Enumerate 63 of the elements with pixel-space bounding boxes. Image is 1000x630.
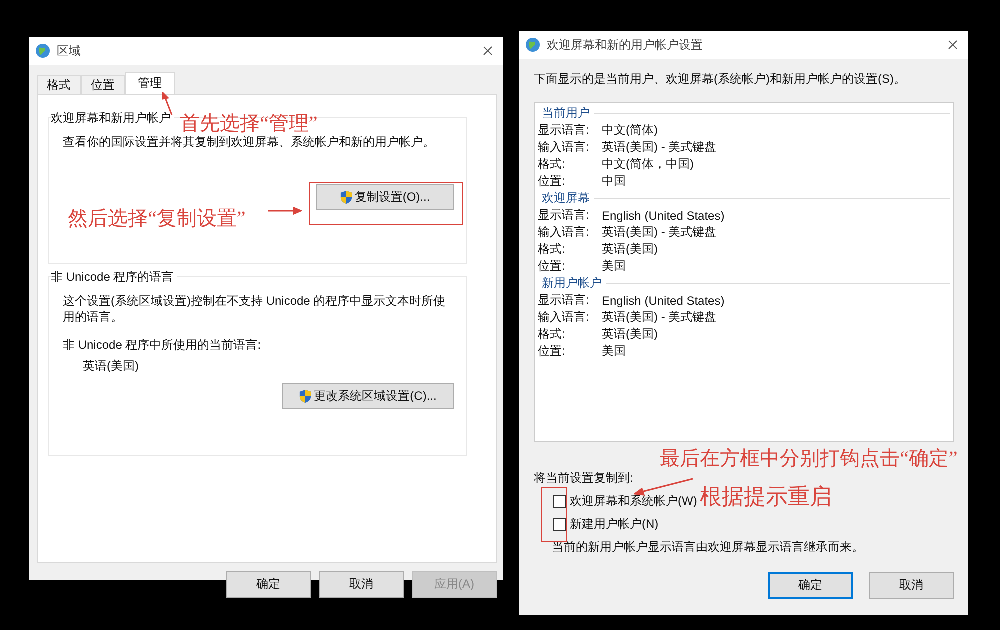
change-locale-button[interactable]: 更改系统区域设置(C)...	[282, 383, 454, 409]
annotation-text: 最后在方框中分别打钩点击“确定”	[660, 447, 958, 472]
setting-label: 格式:	[538, 326, 566, 343]
window-title: 区域	[57, 42, 82, 60]
setting-label: 位置:	[538, 173, 566, 190]
description-text: 查看你的国际设置并将其复制到欢迎屏幕、系统帐户和新的用户帐户。	[63, 134, 436, 150]
arrow-icon	[634, 478, 694, 496]
setting-label: 输入语言:	[538, 224, 590, 241]
setting-value: 中文(简体，中国)	[602, 156, 694, 173]
setting-value: English (United States)	[602, 294, 725, 308]
dialog-button[interactable]: 取消	[869, 572, 954, 599]
setting-label: 显示语言:	[538, 207, 590, 224]
setting-value: 美国	[602, 258, 626, 275]
setting-value: English (United States)	[602, 208, 725, 222]
note-text: 当前的新用户帐户显示语言由欢迎屏幕显示语言继承而来。	[552, 539, 865, 556]
setting-label: 格式:	[538, 156, 566, 173]
annotation-text: 首先选择“管理”	[180, 112, 318, 136]
annotation-text: 然后选择“复制设置”	[68, 207, 246, 232]
setting-label: 格式:	[538, 241, 566, 258]
shield-icon	[299, 388, 312, 404]
close-icon[interactable]	[948, 40, 958, 50]
globe-icon	[35, 43, 51, 59]
shield-icon	[340, 190, 353, 204]
globe-icon	[525, 37, 541, 53]
setting-label: 位置:	[538, 343, 566, 360]
setting-label: 输入语言:	[538, 139, 590, 156]
dialog-button[interactable]: 确定	[768, 572, 853, 599]
annotation-text: 根据提示重启	[700, 483, 832, 511]
section-heading: 当前用户	[541, 105, 591, 122]
setting-label: 显示语言:	[538, 292, 590, 309]
setting-value: 中国	[602, 173, 626, 190]
group-legend: 欢迎屏幕和新用户帐户	[51, 110, 174, 127]
tab[interactable]: 位置	[81, 75, 125, 94]
current-language-value: 英语(美国)	[83, 358, 140, 375]
setting-value: 英语(美国) - 美式键盘	[602, 224, 717, 241]
current-language-label: 非 Unicode 程序中所使用的当前语言:	[63, 337, 262, 353]
checkbox-label: 欢迎屏幕和系统帐户(W)	[570, 493, 698, 510]
intro-text: 下面显示的是当前用户、欢迎屏幕(系统帐户)和新用户帐户的设置(S)。	[534, 71, 907, 88]
copy-settings-button[interactable]: 复制设置(O)...	[316, 184, 454, 210]
setting-value: 英语(美国) - 美式键盘	[602, 139, 717, 156]
description-text: 这个设置(系统区域设置)控制在不支持 Unicode 的程序中显示文本时所使用的语言。	[63, 293, 447, 325]
copy-to-label: 将当前设置复制到:	[534, 470, 634, 487]
tab[interactable]: 管理	[125, 72, 175, 94]
setting-value: 中文(简体)	[602, 122, 658, 139]
dialog-button[interactable]: 确定	[226, 571, 311, 598]
setting-value: 英语(美国)	[602, 326, 658, 343]
setting-label: 显示语言:	[538, 122, 590, 139]
setting-label: 位置:	[538, 258, 566, 275]
dialog-button[interactable]: 取消	[319, 571, 404, 598]
section-heading: 新用户帐户	[541, 275, 603, 292]
window-title: 欢迎屏幕和新的用户帐户设置	[547, 36, 704, 54]
setting-value: 美国	[602, 343, 626, 360]
tab[interactable]: 格式	[37, 75, 81, 94]
arrow-icon	[268, 207, 302, 215]
section-heading: 欢迎屏幕	[541, 190, 591, 207]
checkbox[interactable]	[553, 518, 566, 531]
setting-label: 输入语言:	[538, 309, 590, 326]
checkbox-label: 新建用户帐户(N)	[570, 516, 659, 533]
close-icon[interactable]	[483, 46, 493, 56]
setting-value: 英语(美国) - 美式键盘	[602, 309, 717, 326]
setting-value: 英语(美国)	[602, 241, 658, 258]
highlight-frame	[541, 487, 567, 542]
checkbox[interactable]	[553, 495, 566, 508]
